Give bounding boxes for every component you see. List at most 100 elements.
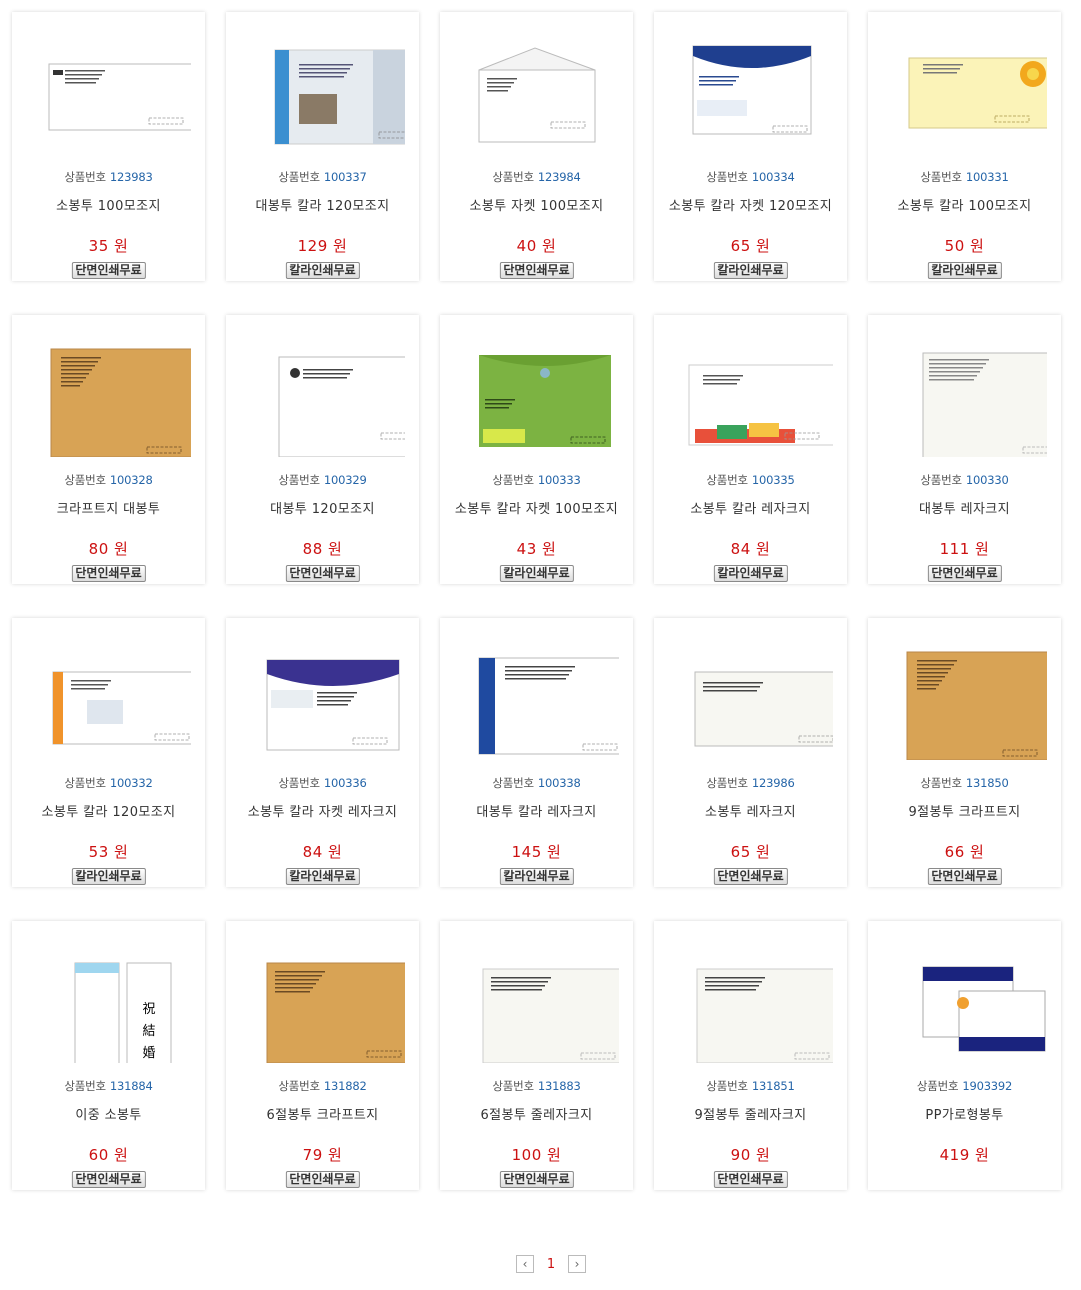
product-code-number[interactable]: 100331: [966, 170, 1009, 184]
product-code: 상품번호 100334: [706, 169, 794, 185]
product-code: 상품번호 100330: [920, 472, 1008, 488]
product-code: 상품번호 100337: [278, 169, 366, 185]
product-price: 419 원: [940, 1144, 990, 1165]
product-name[interactable]: 소봉투 레자크지: [705, 801, 796, 820]
product-code-number[interactable]: 100330: [966, 473, 1009, 487]
product-image[interactable]: [883, 943, 1047, 1063]
product-code-number[interactable]: 100336: [324, 776, 367, 790]
product-image[interactable]: [883, 640, 1051, 761]
product-name[interactable]: PP가로형봉투: [925, 1104, 1003, 1123]
product-image[interactable]: [241, 640, 405, 760]
product-image[interactable]: [883, 337, 1061, 460]
price-value: 65: [730, 237, 751, 255]
product-image[interactable]: [669, 943, 835, 1064]
product-code-number[interactable]: 131851: [752, 1079, 795, 1093]
product-card[interactable]: 상품번호 123983 소봉투 100모조지 35 원 단면인쇄무료: [12, 12, 205, 281]
product-code-number[interactable]: 100332: [110, 776, 153, 790]
prev-page-button[interactable]: ‹: [516, 1255, 534, 1273]
product-card[interactable]: 상품번호 100337 대봉투 칼라 120모조지 129 원 칼라인쇄무료: [226, 12, 421, 281]
price-value: 40: [516, 237, 537, 255]
product-code-number[interactable]: 100329: [324, 473, 367, 487]
product-code-number[interactable]: 100335: [752, 473, 795, 487]
envelope-image: [482, 968, 621, 1064]
product-code: 상품번호 100338: [492, 775, 580, 791]
product-name[interactable]: 9절봉투 줄레자크지: [694, 1104, 806, 1123]
product-card[interactable]: 상품번호 131850 9절봉투 크라프트지 66 원 단면인쇄무료: [868, 618, 1061, 887]
product-code-number[interactable]: 123984: [538, 170, 581, 184]
product-image[interactable]: [27, 337, 195, 458]
price-currency: 원: [756, 237, 771, 255]
product-name[interactable]: 소봉투 칼라 자켓 레자크지: [248, 801, 398, 820]
product-image[interactable]: [27, 640, 197, 760]
product-image[interactable]: [669, 337, 839, 457]
product-card[interactable]: 상품번호 131882 6절봉투 크라프트지 79 원 단면인쇄무료: [226, 921, 419, 1190]
product-code-number[interactable]: 131883: [538, 1079, 581, 1093]
product-name[interactable]: 소봉투 칼라 120모조지: [42, 801, 176, 820]
product-name[interactable]: 크라프트지 대봉투: [57, 498, 160, 517]
product-card[interactable]: 상품번호 123984 소봉투 자켓 100모조지 40 원 단면인쇄무료: [440, 12, 633, 281]
product-card[interactable]: 상품번호 131883 6절봉투 줄레자크지 100 원 단면인쇄무료: [440, 921, 633, 1190]
product-image[interactable]: [669, 640, 837, 760]
product-card[interactable]: 상품번호 100334 소봉투 칼라 자켓 120모조지 65 원 칼라인쇄무료: [654, 12, 847, 281]
product-image[interactable]: [241, 943, 409, 1064]
product-code-number[interactable]: 100328: [110, 473, 153, 487]
next-page-button[interactable]: ›: [568, 1255, 586, 1273]
product-code-number[interactable]: 123986: [752, 776, 795, 790]
product-image[interactable]: [455, 943, 621, 1064]
product-image[interactable]: [27, 34, 193, 154]
current-page[interactable]: 1: [542, 1257, 560, 1272]
product-card[interactable]: 상품번호 131851 9절봉투 줄레자크지 90 원 단면인쇄무료: [654, 921, 847, 1190]
product-name[interactable]: 9절봉투 크라프트지: [908, 801, 1020, 820]
product-card[interactable]: 상품번호 100335 소봉투 칼라 레자크지 84 원 칼라인쇄무료: [654, 315, 847, 584]
product-card[interactable]: 상품번호 100338 대봉투 칼라 레자크지 145 원 칼라인쇄무료: [440, 618, 633, 887]
product-code-number[interactable]: 131882: [324, 1079, 367, 1093]
product-image[interactable]: [455, 337, 619, 457]
product-code-number[interactable]: 1903392: [962, 1079, 1012, 1093]
product-code: 상품번호 131884: [64, 1078, 152, 1094]
product-code-number[interactable]: 100334: [752, 170, 795, 184]
product-card[interactable]: 상품번호 100328 크라프트지 대봉투 80 원 단면인쇄무료: [12, 315, 205, 584]
product-code-number[interactable]: 131884: [110, 1079, 153, 1093]
envelope-image: [906, 651, 1051, 761]
product-card[interactable]: 상품번호 100336 소봉투 칼라 자켓 레자크지 84 원 칼라인쇄무료: [226, 618, 419, 887]
product-price: 111 원: [940, 538, 990, 559]
product-name[interactable]: 소봉투 칼라 자켓 120모조지: [669, 195, 832, 214]
product-image[interactable]: [241, 337, 423, 458]
free-print-badge: 단면인쇄무료: [71, 565, 146, 582]
product-name[interactable]: 소봉투 칼라 자켓 100모조지: [455, 498, 618, 517]
product-code-number[interactable]: 123983: [110, 170, 153, 184]
product-card[interactable]: 祝 結 婚 상품번호 131884 이중 소봉투 60 원 단면인쇄무료: [12, 921, 205, 1190]
product-code-number[interactable]: 131850: [966, 776, 1009, 790]
product-code-number[interactable]: 100337: [324, 170, 367, 184]
product-name[interactable]: 대봉투 칼라 120모조지: [256, 195, 390, 214]
product-price: 65 원: [731, 841, 771, 862]
product-card[interactable]: 상품번호 100332 소봉투 칼라 120모조지 53 원 칼라인쇄무료: [12, 618, 205, 887]
product-card[interactable]: 상품번호 123986 소봉투 레자크지 65 원 단면인쇄무료: [654, 618, 847, 887]
free-print-badge: 단면인쇄무료: [499, 262, 574, 279]
product-image[interactable]: [455, 34, 619, 154]
product-card[interactable]: 상품번호 1903392 PP가로형봉투 419 원: [868, 921, 1061, 1190]
product-image[interactable]: [883, 34, 1053, 154]
product-name[interactable]: 소봉투 칼라 100모조지: [898, 195, 1032, 214]
product-name[interactable]: 대봉투 120모조지: [270, 498, 375, 517]
product-code-number[interactable]: 100333: [538, 473, 581, 487]
product-name[interactable]: 소봉투 100모조지: [56, 195, 161, 214]
product-image[interactable]: 祝 結 婚: [27, 943, 191, 1068]
product-card[interactable]: 상품번호 100330 대봉투 레자크지 111 원 단면인쇄무료: [868, 315, 1061, 584]
product-name[interactable]: 대봉투 레자크지: [919, 498, 1010, 517]
product-name[interactable]: 소봉투 칼라 레자크지: [690, 498, 810, 517]
product-name[interactable]: 이중 소봉투: [75, 1104, 141, 1123]
product-image[interactable]: [669, 34, 833, 154]
price-currency: 원: [114, 1146, 129, 1164]
product-name[interactable]: 6절봉투 줄레자크지: [480, 1104, 592, 1123]
product-name[interactable]: 6절봉투 크라프트지: [266, 1104, 378, 1123]
free-print-badge: 단면인쇄무료: [71, 262, 146, 279]
product-code-number[interactable]: 100338: [538, 776, 581, 790]
product-card[interactable]: 상품번호 100331 소봉투 칼라 100모조지 50 원 칼라인쇄무료: [868, 12, 1061, 281]
product-image[interactable]: [241, 34, 421, 154]
product-name[interactable]: 소봉투 자켓 100모조지: [470, 195, 604, 214]
product-name[interactable]: 대봉투 칼라 레자크지: [476, 801, 596, 820]
product-card[interactable]: 상품번호 100329 대봉투 120모조지 88 원 단면인쇄무료: [226, 315, 423, 584]
product-image[interactable]: [455, 640, 623, 760]
product-card[interactable]: 상품번호 100333 소봉투 칼라 자켓 100모조지 43 원 칼라인쇄무료: [440, 315, 633, 584]
